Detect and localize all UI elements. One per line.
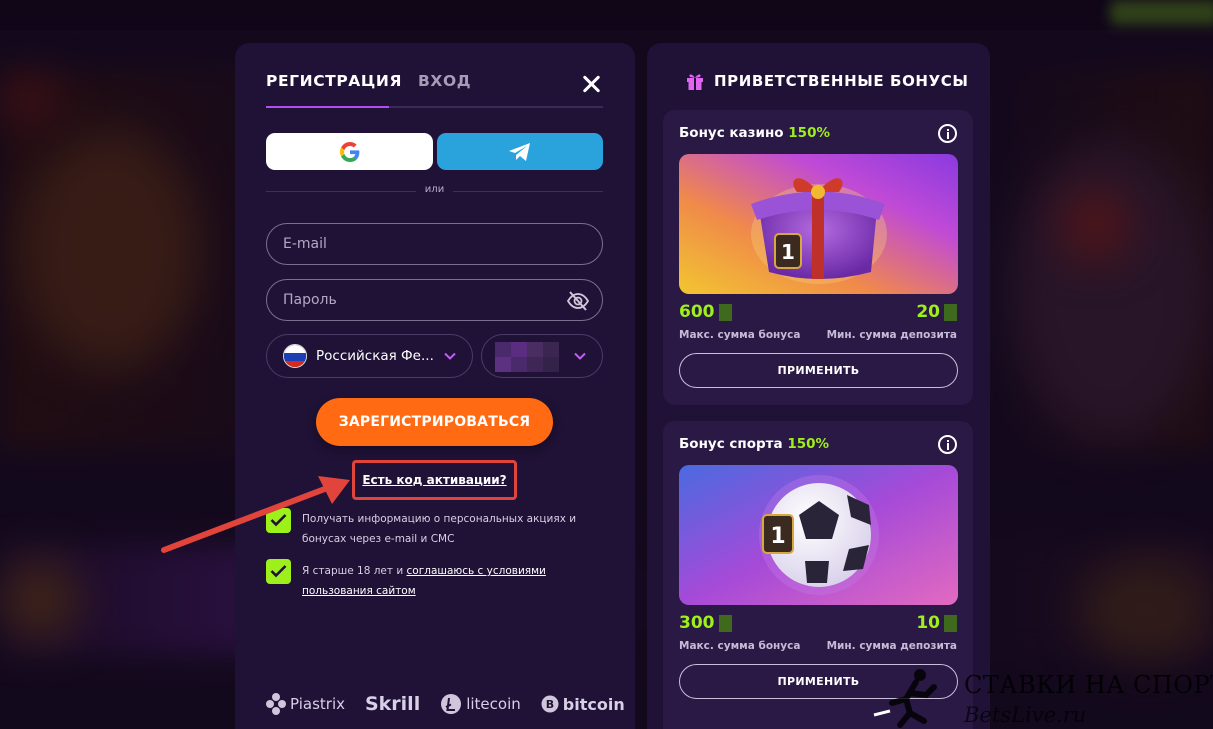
country-select[interactable]: Российская Фе... [266, 334, 473, 378]
max-bonus-value: 600 [679, 302, 732, 322]
payment-piastrix: Piastrix [266, 692, 345, 716]
telegram-login-button[interactable] [437, 133, 603, 170]
card-percent: 150% [788, 125, 830, 141]
max-bonus-label: Макс. сумма бонуса [679, 329, 801, 341]
info-icon[interactable] [938, 124, 957, 143]
card-percent: 150% [787, 436, 830, 452]
card-name: Бонус казино [679, 125, 784, 141]
google-login-button[interactable] [266, 133, 433, 170]
checkmark-icon [270, 565, 287, 578]
currency-select[interactable] [481, 334, 603, 378]
terms-link[interactable]: соглашаюсь с условиями [407, 565, 546, 577]
tab-registration[interactable]: РЕГИСТРАЦИЯ [266, 72, 402, 90]
terms-checkbox-label: Я старше 18 лет и соглашаюсь с условиями… [302, 561, 546, 601]
email-input[interactable] [283, 236, 543, 252]
casino-gift-image: 1 [679, 154, 958, 294]
russia-flag-icon [283, 344, 307, 368]
piastrix-icon [266, 693, 286, 715]
highlight-box: Есть код активации? [352, 460, 517, 500]
gift-icon [687, 74, 703, 90]
min-deposit-value: 20 [916, 302, 957, 322]
bitcoin-icon: B [541, 695, 559, 713]
watermark: СТАВКИ НА СПОРТ BetsLive.ru [870, 665, 1213, 729]
eye-hidden-icon[interactable] [566, 289, 590, 313]
casino-bonus-card: Бонус казино 150% 1 600 20 Макс. сумма б… [663, 110, 973, 405]
gift-box-illustration: 1 [679, 154, 958, 294]
svg-text:1: 1 [781, 240, 795, 264]
terms-checkbox[interactable] [266, 559, 291, 584]
password-field[interactable] [266, 279, 603, 321]
watermark-title: СТАВКИ НА СПОРТ [964, 671, 1213, 699]
min-deposit-label: Мин. сумма депозита [826, 329, 957, 341]
activation-code-link[interactable]: Есть код активации? [362, 473, 506, 487]
payment-label: Piastrix [290, 695, 345, 713]
max-bonus-value: 300 [679, 613, 732, 633]
register-button[interactable]: ЗАРЕГИСТРИРОВАТЬСЯ [316, 398, 553, 446]
payment-label: Skrill [364, 693, 421, 715]
card-name: Бонус спорта [679, 436, 783, 452]
soccer-ball-illustration: 1 [679, 465, 958, 605]
max-bonus-amount: 600 [679, 302, 715, 322]
max-bonus-label: Макс. сумма бонуса [679, 640, 801, 652]
max-bonus-amount: 300 [679, 613, 715, 633]
bonus-panel-title: ПРИВЕТСТВЕННЫЕ БОНУСЫ [685, 71, 969, 91]
or-text: или [424, 184, 445, 195]
card-title: Бонус спорта 150% [679, 436, 829, 452]
sport-ball-image: 1 [679, 465, 958, 605]
terms-prefix: Я старше 18 лет и [302, 565, 407, 577]
svg-text:B: B [546, 698, 554, 711]
google-icon [339, 141, 359, 162]
payment-bitcoin: B bitcoin [541, 695, 625, 714]
country-value: Российская Фе... [316, 348, 434, 364]
min-deposit-amount: 10 [916, 613, 940, 633]
chevron-down-icon [444, 352, 456, 360]
card-title: Бонус казино 150% [679, 125, 830, 141]
welcome-bonuses-panel: ПРИВЕТСТВЕННЫЕ БОНУСЫ Бонус казино 150% [647, 43, 990, 729]
payment-methods: Piastrix Skrill litecoin B bitcoin [266, 689, 625, 719]
password-input[interactable] [283, 292, 543, 308]
close-icon[interactable] [578, 71, 604, 97]
min-deposit-label: Мин. сумма депозита [826, 640, 957, 652]
email-field[interactable] [266, 223, 603, 265]
bonus-title-text: ПРИВЕТСТВЕННЫЕ БОНУСЫ [714, 72, 969, 90]
payment-label: litecoin [466, 695, 521, 713]
currency-censor [944, 303, 957, 321]
telegram-icon [509, 142, 530, 161]
min-deposit-amount: 20 [916, 302, 940, 322]
red-arrow-annotation [161, 476, 350, 553]
active-tab-indicator [266, 106, 389, 108]
watermark-site: BetsLive.ru [964, 703, 1087, 727]
currency-censor [944, 614, 957, 632]
currency-censor [718, 303, 732, 321]
litecoin-icon [441, 694, 462, 714]
payment-skrill: Skrill [365, 693, 420, 715]
censored-currency-value [495, 342, 559, 372]
info-icon[interactable] [938, 435, 957, 454]
payment-litecoin: litecoin [440, 693, 521, 715]
min-deposit-value: 10 [916, 613, 957, 633]
tab-login[interactable]: ВХОД [418, 72, 471, 90]
or-divider: или [266, 184, 603, 198]
apply-casino-bonus-button[interactable]: ПРИМЕНИТЬ [679, 353, 958, 388]
svg-text:1: 1 [770, 524, 785, 549]
runner-logo-icon [873, 669, 937, 728]
terms-link[interactable]: пользования сайтом [302, 585, 416, 597]
chevron-down-icon [574, 352, 586, 360]
payment-label: bitcoin [562, 694, 625, 714]
tab-underline [266, 106, 603, 108]
currency-censor [718, 614, 732, 632]
registration-modal: РЕГИСТРАЦИЯ ВХОД или E-mail Российская Ф… [235, 43, 635, 729]
